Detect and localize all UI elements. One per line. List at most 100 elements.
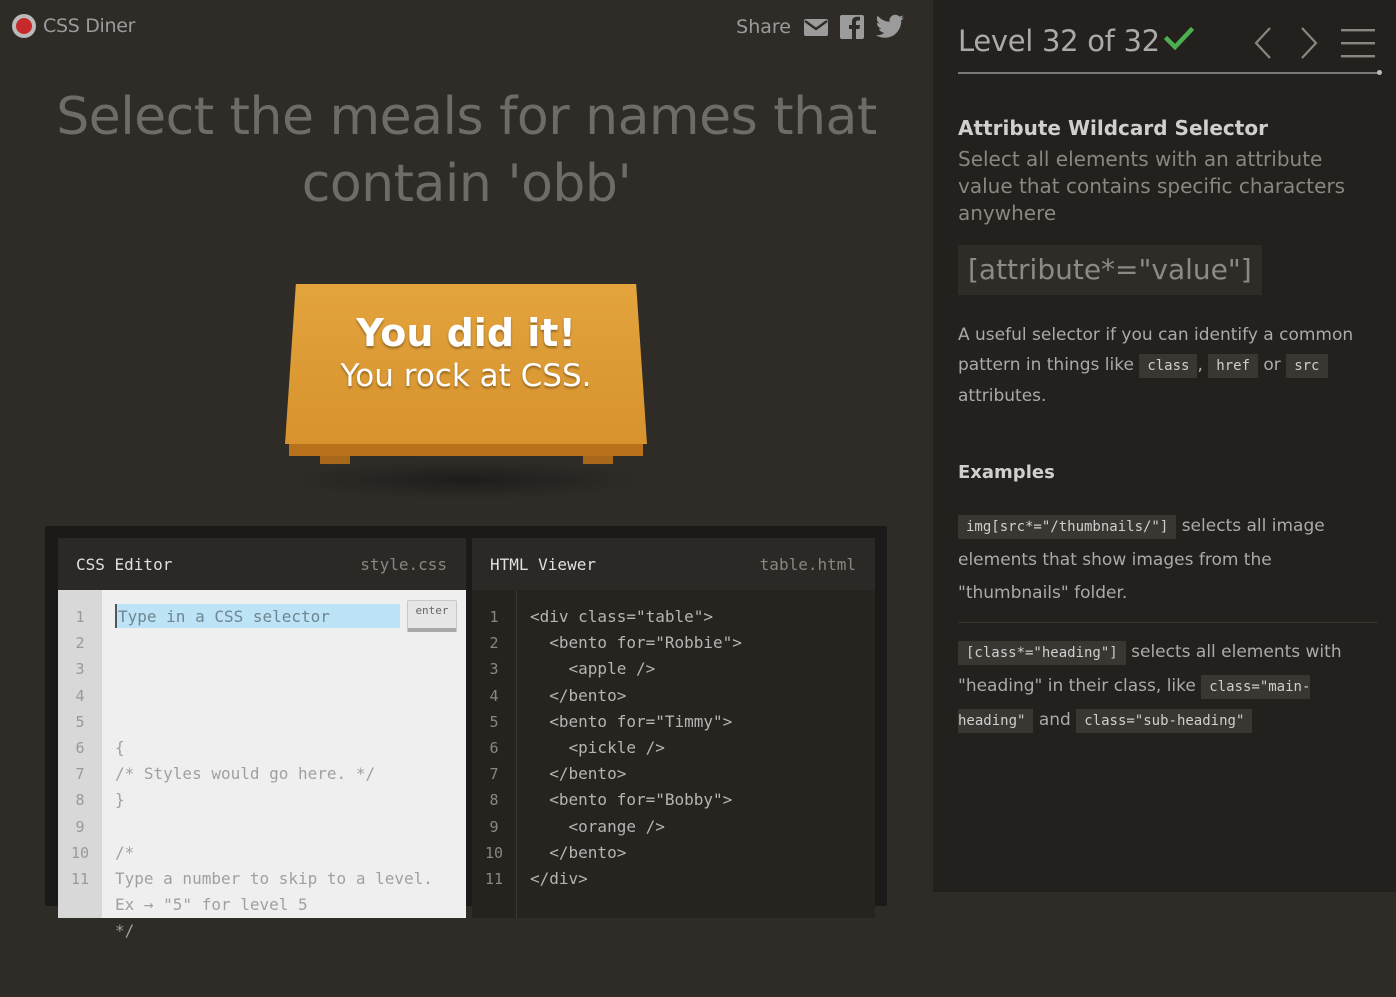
html-line-number: 4 <box>489 686 499 705</box>
hint-or: or <box>1263 355 1281 375</box>
share-label: Share <box>736 16 791 38</box>
win-title: You did it! <box>356 311 576 355</box>
css-line-number: 9 <box>75 817 85 836</box>
css-code-line <box>115 971 466 997</box>
html-line-number: 9 <box>489 817 499 836</box>
html-viewer-body: 1 2 3 4 5 6 7 8 9 10 11 <div class="table"> <bento… <box>472 590 875 918</box>
example-2: [class*="heading"] selects all elements … <box>958 636 1378 738</box>
html-code-line: </bento> <box>530 764 627 784</box>
css-editor-pane: CSS Editor style.css 1 2 3 4 5 6 7 8 9 10 11 enter… <box>58 538 466 940</box>
css-code-line <box>115 814 466 840</box>
next-level-icon[interactable] <box>1298 26 1320 60</box>
selector-syntax: [attribute*="value"] <box>958 245 1262 295</box>
css-code: enter {/* Styles would go here. */} /* Typ… <box>102 590 466 940</box>
mail-icon[interactable] <box>803 17 829 37</box>
selector-title: Attribute Wildcard Selector <box>958 116 1268 140</box>
examples-title: Examples <box>958 462 1055 483</box>
css-line-number: 4 <box>75 686 85 705</box>
html-line-number: 10 <box>484 843 504 862</box>
css-code-line <box>115 945 466 971</box>
css-selector-input[interactable] <box>115 604 400 628</box>
example-2-code: [class*="heading"] <box>958 641 1126 665</box>
example-2-tag-sub: class="sub-heading" <box>1076 709 1253 733</box>
example-1: img[src*="/thumbnails/"] selects all ima… <box>958 510 1378 610</box>
sidebar: Level 32 of 32 Attribute Wildcard Select… <box>933 0 1396 892</box>
css-code-line: } <box>115 790 125 810</box>
html-line-number: 2 <box>489 634 499 653</box>
example-2-and: and <box>1038 710 1071 730</box>
examples-divider <box>958 622 1378 623</box>
html-code-line: </bento> <box>530 842 627 862</box>
level-indicator: Level 32 of 32 <box>958 24 1160 58</box>
order-line-1: Select the meals for names that <box>56 87 877 147</box>
css-code-line: */ <box>115 921 135 941</box>
selector-hint: A useful selector if you can identify a … <box>958 320 1358 411</box>
level-menu-icon[interactable] <box>1341 27 1377 59</box>
css-editor-header: CSS Editor style.css <box>58 538 466 590</box>
css-line-number: 3 <box>75 660 85 679</box>
css-line-number: 1 <box>75 608 85 626</box>
html-viewer-title: HTML Viewer <box>490 554 596 574</box>
table: You did it! You rock at CSS. <box>285 284 647 500</box>
css-line-number: 5 <box>75 712 85 731</box>
html-line-number: 3 <box>489 660 499 679</box>
check-icon <box>1164 26 1194 51</box>
table-shadow <box>287 460 645 500</box>
order-line-2: contain 'obb' <box>301 154 632 214</box>
css-editor-title: CSS Editor <box>76 554 173 574</box>
css-line-number: 8 <box>75 791 85 810</box>
hint-tag-href: href <box>1208 354 1258 378</box>
hint-end: attributes. <box>958 386 1047 406</box>
hint-tag-src: src <box>1286 354 1328 378</box>
hint-separator: , <box>1197 355 1203 375</box>
logo-icon <box>12 14 36 38</box>
example-1-code: img[src*="/thumbnails/"] <box>958 515 1177 539</box>
html-line-number: 1 <box>489 608 499 626</box>
html-code-line: <bento for="Robbie"> <box>530 633 742 653</box>
table-leg <box>583 456 613 464</box>
css-line-number: 2 <box>75 634 85 653</box>
css-editor-body: 1 2 3 4 5 6 7 8 9 10 11 enter {/* Styles would go … <box>58 590 466 940</box>
html-line-number: 8 <box>489 791 499 810</box>
css-code-line: Type a number to skip to a level. <box>115 868 433 888</box>
selector-description: Select all elements with an attribute va… <box>958 147 1346 225</box>
css-code-line: { <box>115 738 125 757</box>
facebook-icon[interactable] <box>839 14 865 40</box>
html-viewer-header: HTML Viewer table.html <box>472 538 875 590</box>
level-progress-bar <box>958 72 1378 74</box>
previous-level-icon[interactable] <box>1252 26 1274 60</box>
hint-tag-class: class <box>1139 354 1198 378</box>
html-code-line: </div> <box>530 868 588 888</box>
level-header: Level 32 of 32 <box>958 20 1378 76</box>
css-line-number: 7 <box>75 765 85 784</box>
enter-button[interactable]: enter <box>407 600 457 632</box>
logo-text: CSS Diner <box>43 15 136 37</box>
html-line-number: 7 <box>489 765 499 784</box>
table-leg <box>320 456 350 464</box>
html-line-number: 11 <box>484 869 504 888</box>
css-code-line: /* <box>115 842 135 862</box>
share-bar: Share <box>736 14 905 40</box>
html-line-numbers: 1 2 3 4 5 6 7 8 9 10 11 <box>472 590 517 918</box>
html-code-line: <pickle /> <box>530 737 665 757</box>
css-line-number: 6 <box>75 738 85 757</box>
logo[interactable]: CSS Diner <box>12 14 135 38</box>
html-code-line: <orange /> <box>530 816 665 836</box>
html-code-line: <div class="table"> <box>530 607 714 626</box>
css-code-line: Ex → "5" for level 5 <box>115 895 308 915</box>
css-editor-filename: style.css <box>360 554 447 574</box>
game-area: CSS Diner Share Select the meals for nam… <box>0 0 933 940</box>
css-line-number: 11 <box>70 869 90 888</box>
html-viewer-filename: table.html <box>759 554 856 574</box>
html-line-number: 6 <box>489 738 499 757</box>
html-line-number: 5 <box>489 712 499 731</box>
order-instruction: Select the meals for names that contain … <box>40 84 893 218</box>
twitter-icon[interactable] <box>875 14 905 40</box>
html-code-line: <apple /> <box>530 659 656 679</box>
css-code-line <box>115 709 466 735</box>
css-line-numbers: 1 2 3 4 5 6 7 8 9 10 11 <box>58 590 102 918</box>
html-code: <div class="table"> <bento for="Robbie">… <box>517 590 875 918</box>
level-progress-marker <box>1377 70 1382 75</box>
win-message: You did it! You rock at CSS. <box>285 310 647 396</box>
html-code-line: </bento> <box>530 685 627 705</box>
